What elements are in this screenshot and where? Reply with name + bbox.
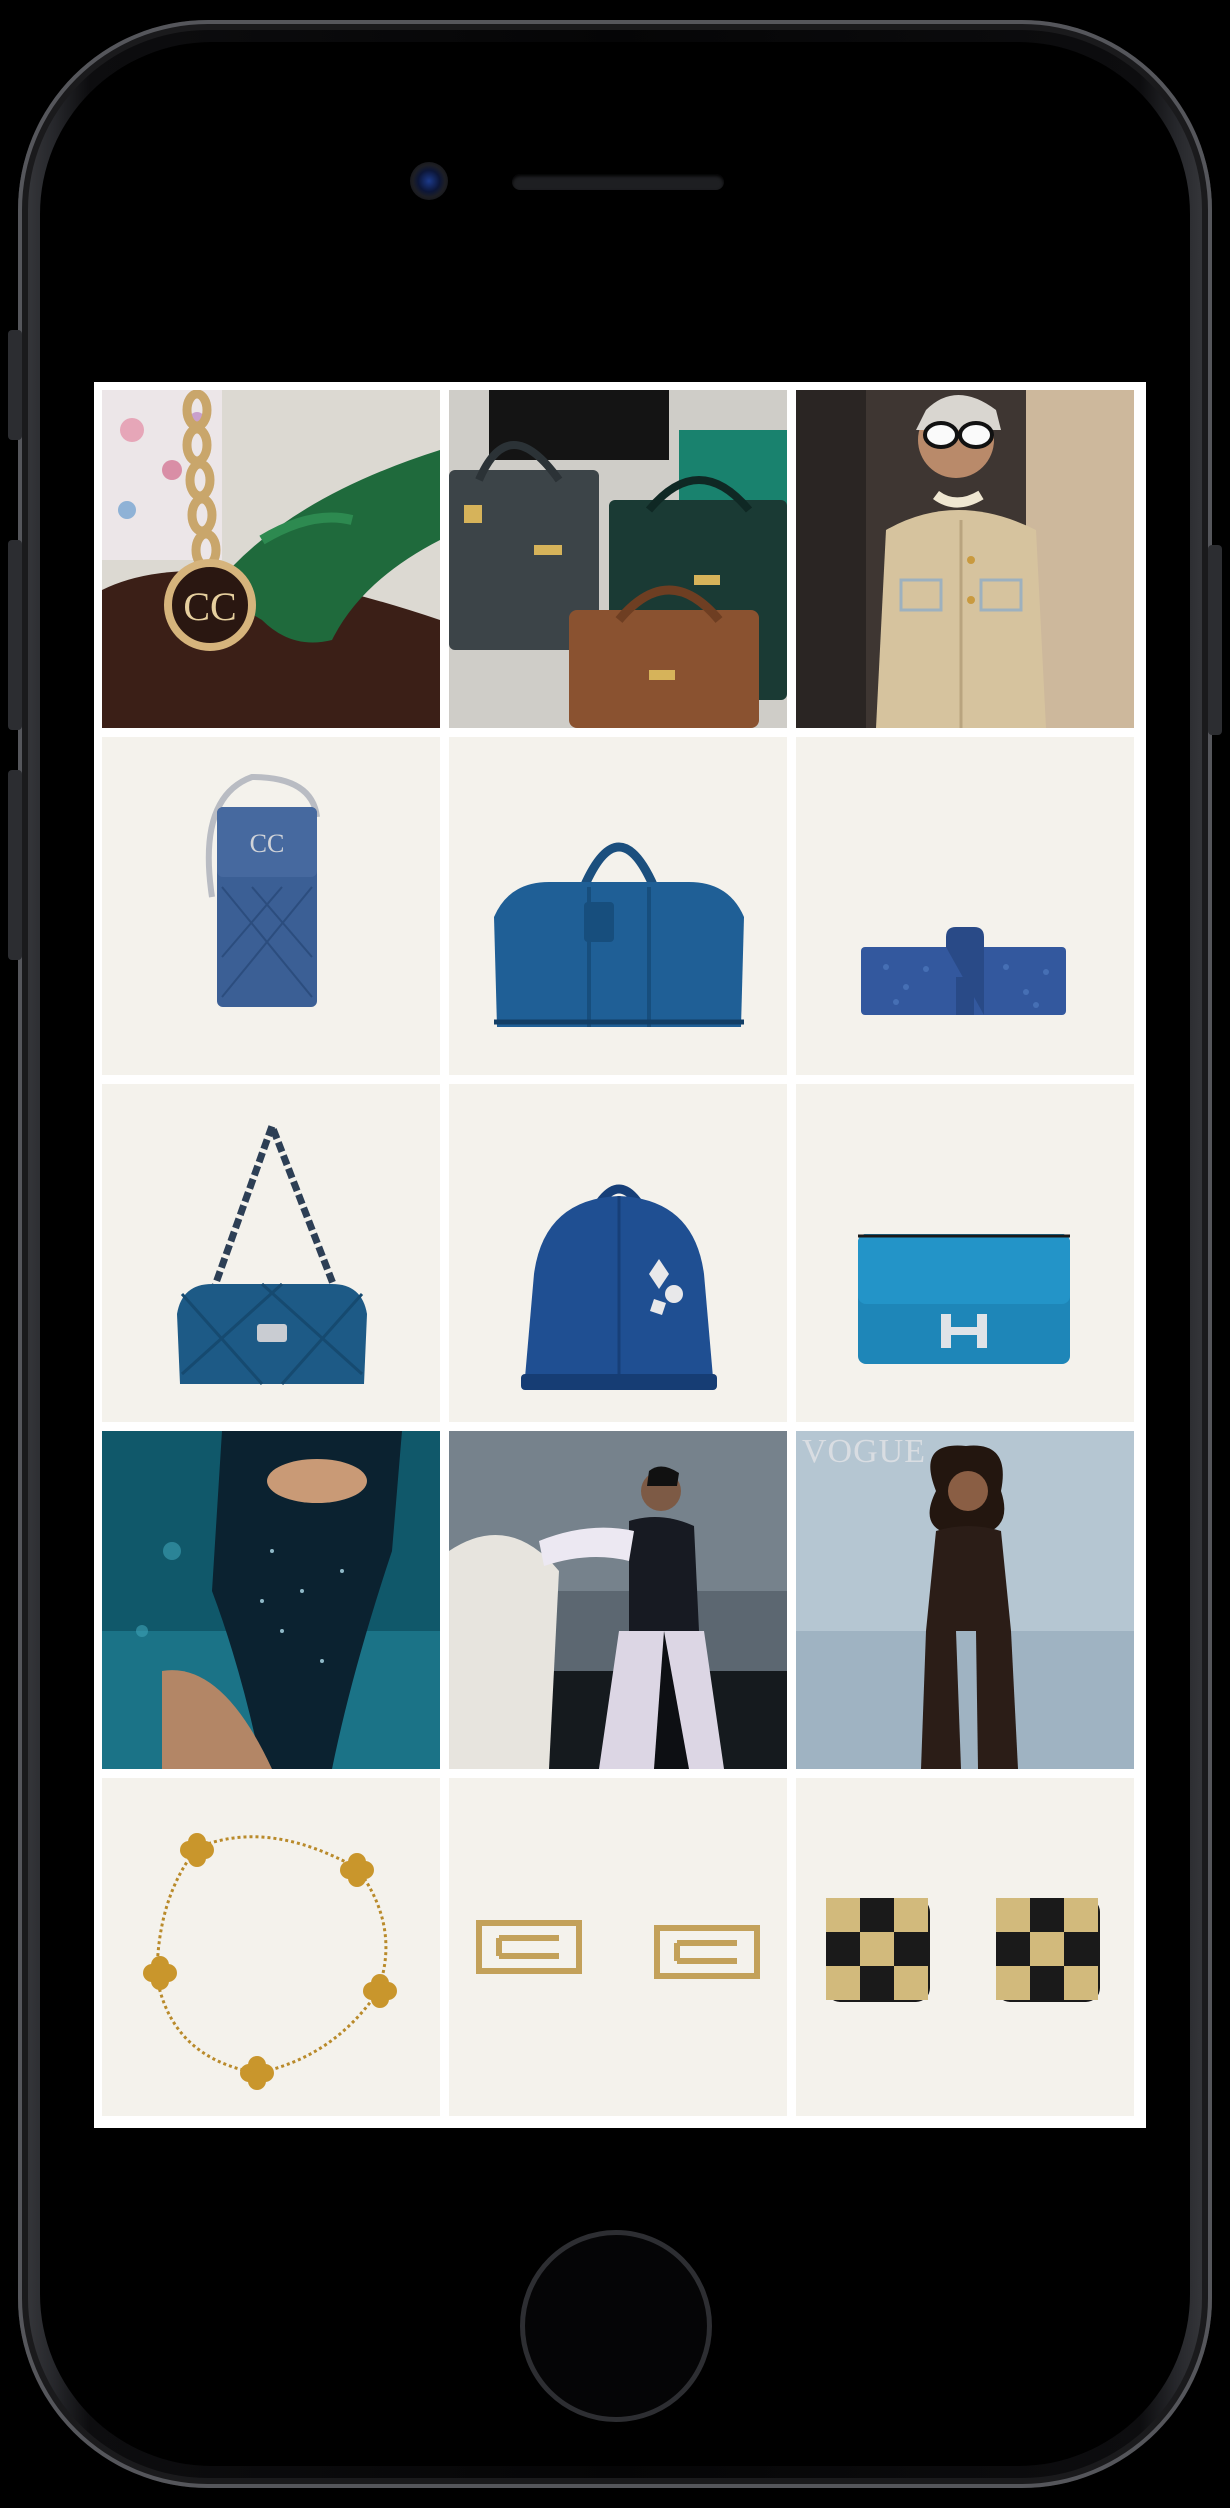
clover-bracelet-image — [102, 1778, 440, 2116]
underwater-dress-image — [102, 1431, 440, 1769]
vogue-masthead: VOGUE — [802, 1433, 926, 1470]
silent-switch — [8, 330, 22, 440]
grid-tile-model-tweed-jacket[interactable] — [796, 390, 1134, 728]
grid-tile-hermes-kelly-bags[interactable] — [449, 390, 787, 728]
kelly-bags-image — [449, 390, 787, 728]
power-button — [1208, 545, 1222, 735]
chanel-glove-image: CC — [102, 390, 440, 728]
grid-tile-denim-phone-bag[interactable]: CC — [102, 737, 440, 1075]
blue-quilted-bag-image — [102, 1084, 440, 1422]
grid-tile-gold-earrings[interactable] — [449, 1778, 787, 2116]
grid-tile-clover-bracelet[interactable] — [102, 1778, 440, 2116]
image-grid: CC CC VOGUE — [102, 390, 1134, 2116]
vogue-cover-image — [796, 1431, 1134, 1769]
volume-up-button — [8, 540, 22, 730]
svg-text:CC: CC — [250, 829, 285, 858]
blue-clutch-image — [796, 737, 1134, 1075]
gold-earrings-image — [449, 1778, 787, 2116]
grid-tile-model-with-horse[interactable] — [449, 1431, 787, 1769]
grid-tile-blue-jige-clutch[interactable] — [796, 737, 1134, 1075]
blue-keepall-image — [449, 737, 787, 1075]
model-horse-image — [449, 1431, 787, 1769]
grid-tile-chanel-glove[interactable]: CC — [102, 390, 440, 728]
checker-earrings-image — [796, 1778, 1134, 2116]
home-button[interactable] — [520, 2230, 712, 2422]
front-camera — [410, 162, 448, 200]
grid-tile-underwater-dress[interactable] — [102, 1431, 440, 1769]
svg-text:CC: CC — [183, 584, 236, 629]
model-jacket-image — [796, 390, 1134, 728]
blue-constance-image — [796, 1084, 1134, 1422]
grid-tile-blue-keepall[interactable] — [449, 737, 787, 1075]
volume-down-button — [8, 770, 22, 960]
screen: CC CC VOGUE — [94, 382, 1146, 2128]
grid-tile-vogue-cover[interactable]: VOGUE — [796, 1431, 1134, 1769]
earpiece-speaker — [512, 174, 724, 190]
grid-tile-blue-quilted-shoulder-bag[interactable] — [102, 1084, 440, 1422]
blue-alma-image — [449, 1084, 787, 1422]
grid-tile-checker-earrings[interactable] — [796, 1778, 1134, 2116]
grid-tile-blue-constance-bag[interactable] — [796, 1084, 1134, 1422]
denim-phone-bag-image: CC — [102, 737, 440, 1075]
grid-tile-blue-alma-bag[interactable] — [449, 1084, 787, 1422]
